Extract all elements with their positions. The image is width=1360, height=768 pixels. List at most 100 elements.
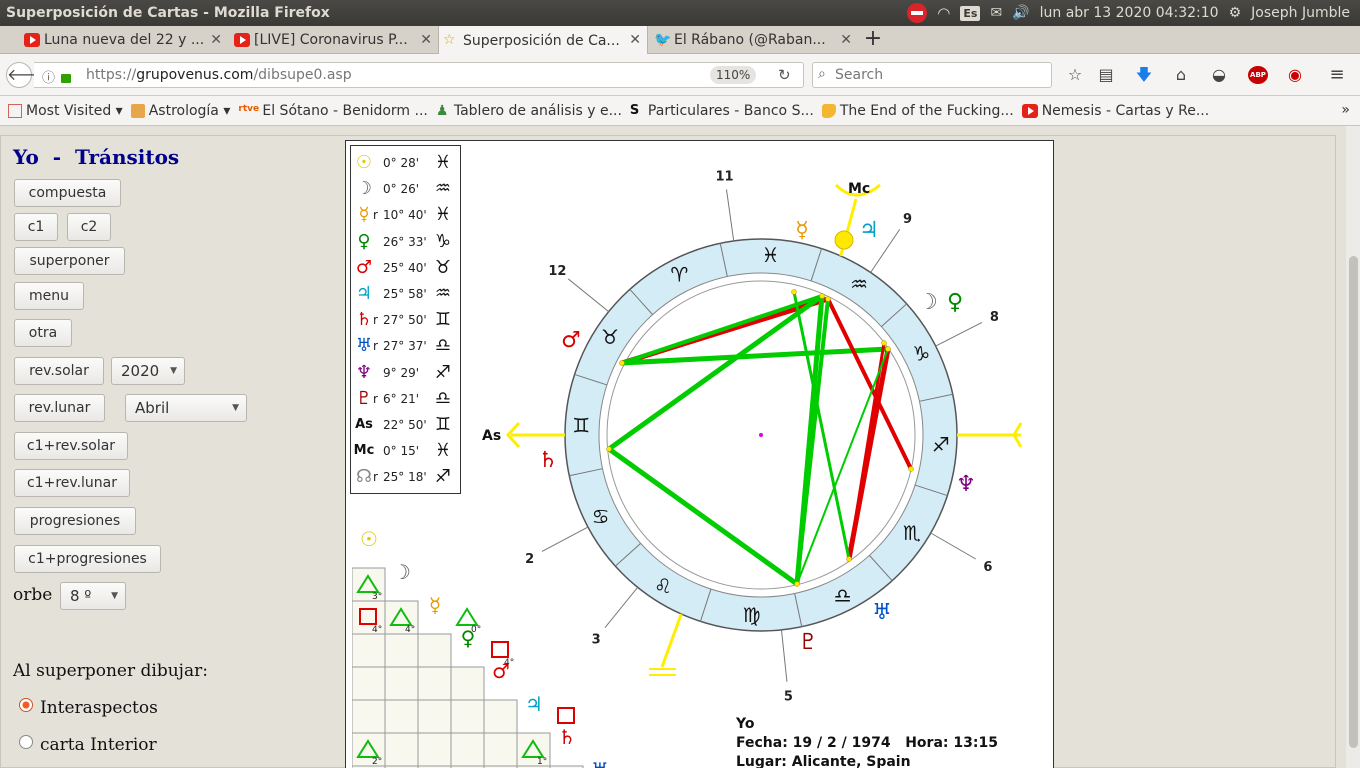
reading-list-icon[interactable]: ▤ (1097, 66, 1115, 84)
bookmark-nemesis[interactable]: Nemesis - Cartas y Re... (1021, 103, 1209, 119)
bookmark-tablero[interactable]: ♟ Tablero de análisis y e... (436, 103, 622, 119)
house-number: 5 (784, 690, 793, 705)
keyboard-layout-indicator[interactable]: Es (960, 5, 981, 21)
extension-icon[interactable]: ◉ (1286, 66, 1304, 84)
aspect-orb-label: 2° (372, 757, 382, 767)
orbe-select[interactable]: 8 º ▼ (60, 582, 126, 610)
youtube-icon (24, 33, 40, 47)
aspect-grid: ☉☽☿♀♂♃♄♅3°4°4°0°4°2°1° (352, 527, 609, 768)
os-top-bar: Superposición de Cartas - Mozilla Firefo… (0, 0, 1360, 26)
c1-rev-lunar-button[interactable]: c1+rev.lunar (14, 469, 130, 497)
zodiac-sign-glyph: ♏ (903, 521, 921, 545)
chart-date-time: Fecha: 19 / 2 / 1974 Hora: 13:15 (736, 735, 998, 751)
power-gear-icon[interactable]: ⚙ (1229, 5, 1242, 21)
tab-coronavirus[interactable]: [LIVE] Coronavirus P... ✕ (230, 26, 438, 54)
pocket-icon[interactable]: ◒ (1210, 66, 1228, 84)
rev-solar-button[interactable]: rev.solar (14, 357, 104, 385)
scrollbar-thumb[interactable] (1349, 256, 1358, 748)
tab-superposicion[interactable]: ☆ Superposición de Ca... ✕ (438, 26, 648, 55)
planet-glyph-icon: ♂ (561, 328, 581, 353)
no-entry-icon[interactable] (907, 3, 928, 23)
back-button[interactable]: 🡐 (6, 62, 50, 88)
house-number: 9 (903, 212, 912, 227)
carta-interior-label[interactable]: carta Interior (40, 735, 157, 755)
chess-pawn-icon: ♟ (435, 102, 449, 119)
new-tab-button[interactable]: + (862, 26, 884, 54)
url-text[interactable]: https://grupovenus.com/dibsupe0.asp (86, 67, 352, 83)
chart-place: Lugar: Alicante, Spain (736, 754, 911, 768)
navigation-bar: 🡐 ⓘ https://grupovenus.com/dibsupe0.asp … (0, 54, 1360, 96)
superponer-button[interactable]: superponer (14, 247, 125, 275)
bookmarks-overflow-icon[interactable]: » (1341, 102, 1350, 118)
reload-icon[interactable]: ↻ (778, 66, 791, 84)
bookmark-particulares[interactable]: S Particulares - Banco S... (630, 103, 814, 119)
aspect-grid-cell (384, 666, 419, 701)
mail-icon[interactable]: ✉ (990, 5, 1002, 21)
close-icon[interactable]: ✕ (420, 32, 432, 48)
aspect-grid-cell (384, 699, 419, 734)
aspect-orb-label: 1° (537, 757, 547, 767)
aspect-grid-cell (450, 666, 485, 701)
info-icon[interactable]: ⓘ (42, 67, 55, 86)
bookmark-most-visited[interactable]: Most Visited ▾ (8, 103, 123, 119)
close-icon[interactable]: ✕ (210, 32, 222, 48)
zoom-indicator[interactable]: 110% (710, 66, 757, 84)
square-aspect-icon (491, 641, 509, 658)
carta-interior-radio[interactable] (19, 735, 33, 749)
planet-glyph-icon: ♄ (558, 725, 576, 749)
aspect-grid-cell (417, 732, 452, 767)
bookmark-astrologia[interactable]: Astrología ▾ (130, 103, 230, 119)
planet-glyph-icon: ☿ (429, 593, 441, 617)
home-icon[interactable]: ⌂ (1172, 66, 1190, 84)
hamburger-menu-icon[interactable]: ≡ (1328, 66, 1346, 84)
month-select[interactable]: Abril ▼ (125, 394, 247, 422)
rev-lunar-button[interactable]: rev.lunar (14, 394, 105, 422)
compuesta-button[interactable]: compuesta (14, 179, 121, 207)
adblock-icon[interactable]: ABP (1248, 66, 1268, 84)
search-input[interactable]: ⌕ Search (812, 62, 1052, 88)
c1-button[interactable]: c1 (14, 213, 58, 241)
rtve-icon: rtve (238, 103, 260, 114)
clock[interactable]: lun abr 13 2020 04:32:10 (1040, 5, 1219, 21)
aspect-grid-cell (483, 699, 518, 734)
volume-icon[interactable]: 🔊 (1012, 5, 1029, 21)
gear-folder-icon (8, 103, 22, 118)
c1-rev-solar-button[interactable]: c1+rev.solar (14, 432, 128, 460)
twitter-icon: 🐦 (654, 32, 672, 48)
aspect-orb-label: 3° (372, 592, 382, 602)
otra-button[interactable]: otra (14, 319, 72, 347)
planet-point (846, 556, 852, 562)
year-select[interactable]: 2020 ▼ (111, 357, 185, 385)
planet-glyph-icon: ♄ (538, 448, 558, 473)
aspect-grid-cell (450, 732, 485, 767)
user-name[interactable]: Joseph Jumble (1251, 5, 1350, 21)
aspect-grid-cell (417, 633, 452, 668)
bookmark-el-sotano[interactable]: rtve El Sótano - Benidorm ... (238, 103, 427, 119)
planet-glyph-icon: ☉ (360, 527, 378, 551)
interaspectos-radio[interactable] (19, 698, 33, 712)
mc-label: Mc (848, 181, 870, 197)
c2-button[interactable]: c2 (67, 213, 111, 241)
close-icon[interactable]: ✕ (840, 32, 852, 48)
youtube-icon (234, 33, 250, 47)
bookmark-star-icon[interactable]: ☆ (1066, 66, 1084, 84)
zodiac-sign-glyph: ♊ (572, 414, 590, 438)
interaspectos-label[interactable]: Interaspectos (40, 698, 158, 718)
planet-glyph-icon: ♅ (591, 758, 609, 768)
tab-label: Luna nueva del 22 y ... (44, 32, 205, 48)
tab-luna-nueva[interactable]: Luna nueva del 22 y ... ✕ (20, 26, 228, 54)
tab-el-rabano[interactable]: 🐦 El Rábano (@Raban... ✕ (650, 26, 858, 54)
menu-button[interactable]: menu (14, 282, 84, 310)
close-icon[interactable]: ✕ (629, 32, 641, 48)
progresiones-button[interactable]: progresiones (14, 507, 136, 535)
vertical-scrollbar[interactable] (1346, 126, 1360, 768)
folder-icon (130, 103, 145, 118)
planet-glyph-icon: ☿ (795, 218, 809, 243)
c1-progresiones-button[interactable]: c1+progresiones (14, 545, 161, 573)
wifi-icon[interactable]: ◠ (937, 4, 950, 22)
url-bar[interactable]: ⓘ https://grupovenus.com/dibsupe0.asp 11… (34, 62, 804, 88)
planet-point (794, 581, 800, 587)
bookmark-end-of-fucking[interactable]: The End of the Fucking... (821, 103, 1014, 119)
square-aspect-icon (557, 707, 575, 724)
download-icon[interactable]: 🡇 (1135, 66, 1153, 84)
